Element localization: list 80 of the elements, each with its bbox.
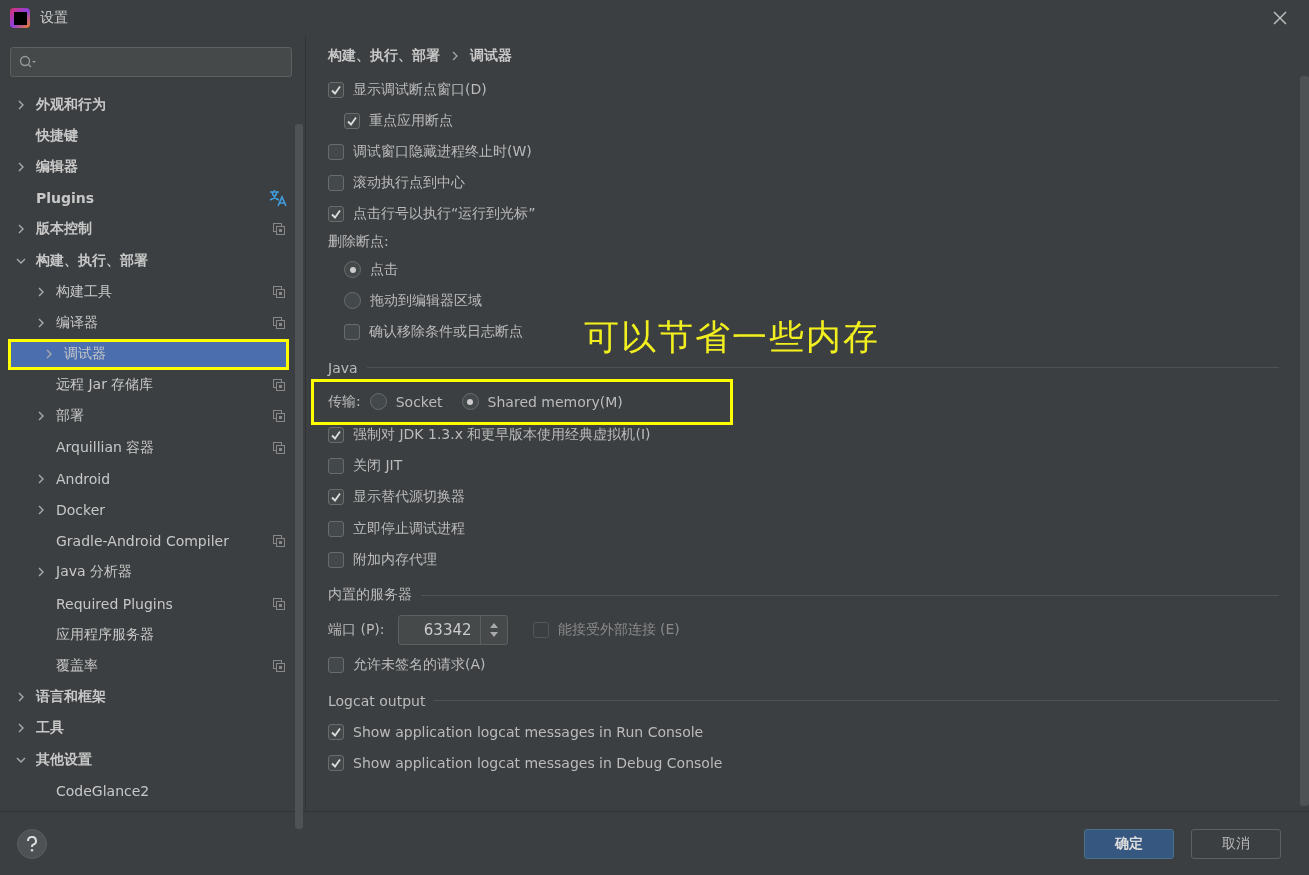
checkbox[interactable] bbox=[328, 175, 344, 192]
checkbox[interactable] bbox=[328, 427, 344, 444]
sidebar-item[interactable]: Docker bbox=[0, 494, 295, 526]
port-label: 端口 (P): bbox=[328, 621, 385, 640]
group-label: 删除断点: bbox=[328, 232, 389, 251]
checkbox-label: 调试窗口隐藏进程终止时(W) bbox=[353, 142, 532, 161]
checkbox[interactable] bbox=[328, 724, 344, 741]
transport-label: 传输: bbox=[328, 392, 361, 411]
checkbox-label: 点击行号以执行“运行到光标” bbox=[353, 205, 536, 224]
sidebar-item[interactable]: 语言和框架 bbox=[0, 681, 295, 713]
sidebar-item[interactable]: 外观和行为 bbox=[0, 89, 295, 121]
chevron-icon bbox=[452, 51, 458, 61]
checkbox-label: 附加内存代理 bbox=[353, 550, 437, 569]
sidebar-item[interactable]: 远程 Jar 存储库 bbox=[0, 369, 295, 401]
radio-label: 点击 bbox=[370, 260, 398, 279]
checkbox-label: 重点应用断点 bbox=[369, 111, 453, 130]
sidebar-item[interactable]: Android bbox=[0, 463, 295, 495]
section-title: 内置的服务器 bbox=[328, 586, 412, 605]
section-title: Java bbox=[328, 359, 358, 376]
sidebar-item[interactable]: Required Plugins bbox=[0, 588, 295, 620]
checkbox-label: 立即停止调试进程 bbox=[353, 519, 465, 538]
radio-label: Socket bbox=[395, 393, 443, 410]
scrollbar[interactable] bbox=[295, 124, 303, 829]
section-title: Logcat output bbox=[328, 692, 426, 709]
sidebar-item[interactable]: 工具 bbox=[0, 712, 295, 744]
checkbox-label: 确认移除条件或日志断点 bbox=[369, 322, 523, 341]
sidebar-item[interactable]: Arquillian 容器 bbox=[0, 432, 295, 464]
checkbox[interactable] bbox=[328, 657, 344, 674]
help-icon bbox=[26, 835, 38, 852]
app-logo-icon bbox=[10, 8, 30, 28]
checkbox[interactable] bbox=[328, 143, 344, 160]
help-button[interactable] bbox=[17, 828, 47, 859]
sidebar-item[interactable]: 其他设置 bbox=[0, 743, 295, 776]
checkbox-label: Show application logcat messages in Run Console bbox=[353, 724, 704, 741]
sidebar-item[interactable]: 编译器 bbox=[0, 307, 295, 339]
sidebar-item[interactable]: CodeGlance2 bbox=[0, 775, 295, 807]
checkbox-label: 能接受外部连接 (E) bbox=[557, 621, 680, 640]
sidebar-item[interactable]: 构建、执行、部署 bbox=[0, 244, 295, 277]
checkbox-label: 关闭 JIT bbox=[353, 457, 403, 476]
ok-button[interactable]: 确定 bbox=[1084, 828, 1174, 859]
checkbox[interactable] bbox=[328, 81, 344, 98]
checkbox-label: 显示调试断点窗口(D) bbox=[353, 80, 487, 99]
breadcrumb-item: 构建、执行、部署 bbox=[328, 47, 440, 65]
breadcrumb-item: 调试器 bbox=[470, 47, 512, 65]
radio-button[interactable] bbox=[369, 393, 387, 410]
sidebar-item[interactable]: 覆盖率 bbox=[0, 650, 295, 682]
search-icon bbox=[19, 55, 37, 69]
radio-button[interactable] bbox=[461, 393, 479, 410]
sidebar-item[interactable]: 版本控制 bbox=[0, 213, 295, 245]
checkbox[interactable] bbox=[328, 755, 344, 772]
checkbox[interactable] bbox=[328, 206, 344, 223]
radio-label: Shared memory(M) bbox=[487, 393, 623, 410]
sidebar-item[interactable]: 构建工具 bbox=[0, 276, 295, 308]
window-title: 设置 bbox=[40, 9, 68, 27]
cancel-button[interactable]: 取消 bbox=[1191, 828, 1281, 859]
checkbox[interactable] bbox=[328, 551, 344, 568]
close-icon[interactable] bbox=[1273, 11, 1287, 25]
search-field[interactable] bbox=[10, 47, 292, 77]
radio-button[interactable] bbox=[344, 261, 361, 279]
sidebar-item[interactable]: 应用程序服务器 bbox=[0, 619, 295, 651]
radio-label: 拖动到编辑器区域 bbox=[370, 291, 482, 310]
sidebar-item[interactable]: Plugins bbox=[0, 182, 295, 214]
checkbox[interactable] bbox=[328, 520, 344, 537]
sidebar-item[interactable]: 快捷键 bbox=[0, 120, 295, 152]
checkbox-label: 允许未签名的请求(A) bbox=[353, 656, 486, 675]
sidebar-item[interactable]: 编辑器 bbox=[0, 151, 295, 183]
checkbox[interactable] bbox=[344, 323, 360, 340]
sidebar-item[interactable]: Gradle-Android Compiler bbox=[0, 525, 295, 557]
radio-button[interactable] bbox=[344, 292, 361, 310]
checkbox-label: 强制对 JDK 1.3.x 和更早版本使用经典虚拟机(I) bbox=[353, 426, 651, 445]
checkbox-label: 显示替代源切换器 bbox=[353, 488, 465, 507]
checkbox[interactable] bbox=[328, 489, 344, 506]
sidebar-item[interactable]: Java 分析器 bbox=[0, 556, 295, 588]
checkbox-label: Show application logcat messages in Debug Console bbox=[353, 755, 723, 772]
port-spinner[interactable]: 63342 bbox=[397, 615, 508, 646]
checkbox[interactable] bbox=[344, 112, 360, 129]
annotation-text: 可以节省一些内存 bbox=[584, 317, 880, 359]
sidebar-item[interactable]: 部署 bbox=[0, 400, 295, 433]
checkbox[interactable] bbox=[328, 458, 344, 475]
checkbox-label: 滚动执行点到中心 bbox=[353, 174, 465, 193]
